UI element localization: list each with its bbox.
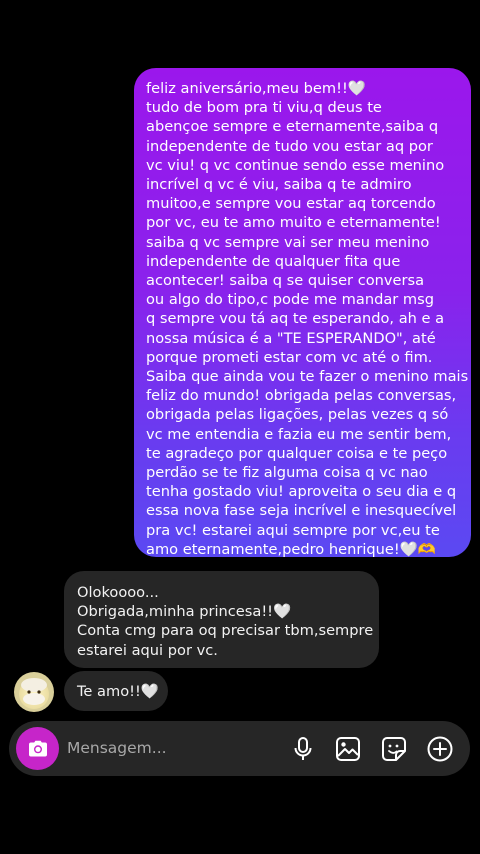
sent-message-bubble[interactable]: feliz aniversário,meu bem!!🤍 tudo de bom… (134, 68, 471, 558)
sent-message-line: abençoe sempre e eternamente,saiba q (146, 118, 439, 136)
sent-message-line: por vc, eu te amo muito e eternamente! (146, 214, 441, 232)
microphone-button[interactable] (289, 735, 317, 763)
microphone-icon (294, 737, 312, 760)
sent-message-line: independente de qualquer fita que (146, 252, 401, 270)
sent-message-line: te agradeço por qualquer coisa e te peço (146, 444, 448, 462)
sent-message-line: vc me entendia e fazia eu me sentir bem, (146, 425, 452, 443)
sent-message-line: feliz aniversário,meu bem!!🤍 (146, 80, 366, 97)
received-message-line: Olokoooo... (77, 584, 159, 601)
sent-message-line: vc viu! q vc continue sendo esse menino (146, 156, 445, 174)
sent-message-line: q sempre vou tá aq te esperando, ah e a (146, 310, 445, 328)
message-composer: .placeholder-input::placeholder { color:… (9, 721, 470, 776)
sent-message-line: obrigada pelas ligações, pelas vezes q s… (146, 406, 449, 424)
sent-message-line: ou algo do tipo,c pode me mandar msg (146, 291, 434, 309)
sent-message-line: perdão se te fiz alguma coisa q vc nao (146, 464, 428, 482)
sent-message-line: muitoo,e sempre vou estar aq torcendo (146, 195, 436, 213)
plus-button[interactable] (426, 735, 454, 763)
sent-message-line: independente de tudo vou estar aq por (146, 137, 433, 155)
plus-circle-icon (427, 736, 453, 762)
sender-avatar[interactable] (14, 672, 54, 712)
sticker-button[interactable] (380, 735, 408, 763)
sent-message-line: tenha gostado viu! aproveita o seu dia e… (146, 483, 457, 501)
sent-message-line: porque prometi estar com vc até o fim. (146, 348, 433, 366)
camera-button[interactable] (16, 727, 59, 770)
avatar-image (14, 672, 54, 712)
chat-screen: feliz aniversário,meu bem!!🤍 tudo de bom… (0, 0, 480, 854)
sent-message-line: tudo de bom pra ti viu,q deus te (146, 99, 382, 117)
message-input[interactable] (67, 735, 277, 761)
received-message-line: Te amo!!🤍 (77, 683, 160, 700)
gallery-button[interactable] (334, 735, 362, 763)
sent-message-line: incrível q vc é viu, saiba q te admiro (146, 176, 412, 194)
received-message-bubble[interactable]: Olokoooo... Obrigada,minha princesa!!🤍 C… (64, 571, 379, 668)
sent-message-line: nossa música é a "TE ESPERANDO", até (146, 329, 436, 347)
sent-message-line: acontecer! saiba q se quiser conversa (146, 272, 425, 290)
received-message-line: estarei aqui por vc. (77, 641, 218, 659)
received-message-line: Conta cmg para oq precisar tbm,sempre (77, 622, 374, 640)
sticker-icon (382, 737, 406, 761)
sent-message-line: Saiba que ainda vou te fazer o menino ma… (146, 368, 469, 386)
sent-message-line: feliz do mundo! obrigada pelas conversas… (146, 387, 457, 405)
sent-message-line: essa nova fase seja incrível e inesquecí… (146, 502, 457, 520)
sent-message-line: pra vc! estarei aqui sempre por vc,eu te (146, 521, 440, 539)
sent-message-line: amo eternamente,pedro henrique!🤍🫶 (146, 540, 437, 558)
received-message-bubble[interactable]: Te amo!!🤍 (64, 671, 168, 711)
received-message-line: Obrigada,minha princesa!!🤍 (77, 603, 292, 621)
image-icon (336, 737, 360, 761)
sent-message-line: saiba q vc sempre vai ser meu menino (146, 233, 430, 251)
camera-icon (28, 740, 47, 756)
